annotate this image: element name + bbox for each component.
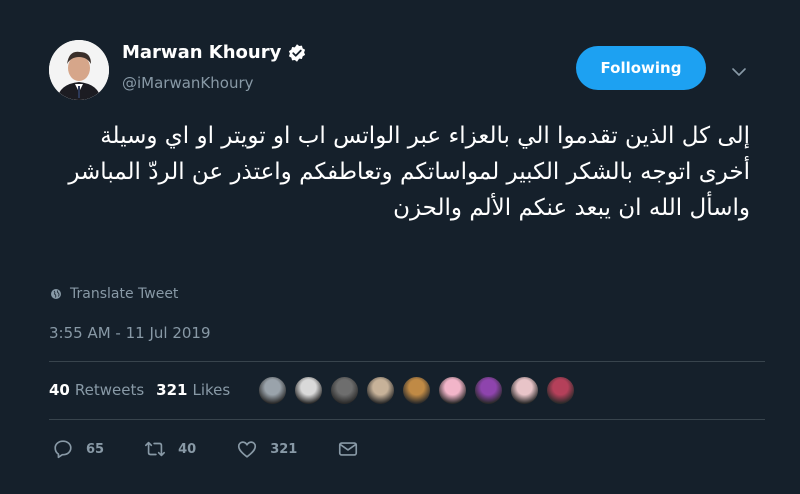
likes-label[interactable]: Likes — [192, 381, 230, 399]
tweet-text: إلى كل الذين تقدموا الي بالعزاء عبر الوا… — [68, 123, 750, 221]
liker-avatar[interactable] — [257, 375, 288, 406]
heart-icon — [238, 441, 257, 458]
divider — [49, 361, 765, 362]
liker-avatar[interactable] — [437, 375, 468, 406]
reply-count: 65 — [86, 441, 105, 457]
tweet-actions: 65 40 321 — [52, 438, 399, 460]
liker-avatar[interactable] — [509, 375, 540, 406]
like-button[interactable]: 321 — [236, 438, 297, 460]
tweet-timestamp[interactable]: 3:55 AM - 11 Jul 2019 — [49, 324, 211, 342]
retweet-icon — [145, 441, 166, 457]
liker-avatar[interactable] — [473, 375, 504, 406]
liker-avatar[interactable] — [329, 375, 360, 406]
reply-button[interactable]: 65 — [52, 438, 104, 460]
liker-avatar[interactable] — [401, 375, 432, 406]
translate-tweet-label[interactable]: Translate Tweet — [70, 286, 178, 302]
display-name[interactable]: Marwan Khoury — [122, 42, 281, 63]
retweets-label[interactable]: Retweets — [75, 381, 144, 399]
retweets-count[interactable]: 40 — [49, 381, 70, 399]
liker-avatar[interactable] — [293, 375, 324, 406]
divider — [49, 419, 765, 420]
translate-tweet-link[interactable]: Translate Tweet — [50, 286, 178, 302]
retweet-count: 40 — [178, 441, 197, 457]
chevron-down-icon[interactable] — [730, 63, 748, 81]
following-button[interactable]: Following — [576, 46, 706, 90]
likes-count[interactable]: 321 — [156, 381, 187, 399]
envelope-icon — [339, 442, 358, 456]
tweet-stats: 40 Retweets 321 Likes — [49, 381, 242, 399]
avatar-image — [49, 40, 109, 100]
retweet-button[interactable]: 40 — [144, 438, 196, 460]
direct-message-button[interactable] — [337, 438, 359, 460]
liker-avatar[interactable] — [545, 375, 576, 406]
reply-icon — [54, 440, 72, 459]
liker-avatar[interactable] — [365, 375, 396, 406]
verified-badge-icon — [289, 43, 306, 62]
like-count: 321 — [270, 441, 298, 457]
liker-avatars — [257, 375, 576, 406]
avatar[interactable] — [49, 40, 109, 100]
user-handle[interactable]: @iMarwanKhoury — [122, 74, 254, 92]
globe-icon — [51, 289, 61, 299]
